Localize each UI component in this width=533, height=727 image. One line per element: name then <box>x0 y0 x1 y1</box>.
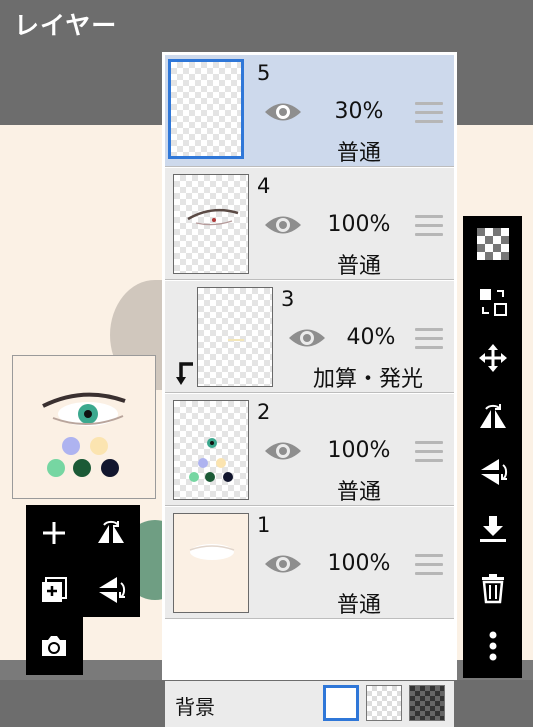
layer-blend-mode[interactable]: 普通 <box>319 587 399 619</box>
layer-thumbnail[interactable] <box>168 59 244 159</box>
layer-thumbnail[interactable] <box>173 513 249 613</box>
camera-icon[interactable] <box>34 626 74 666</box>
flip-horizontal-icon[interactable] <box>91 513 131 553</box>
drag-handle-icon[interactable] <box>415 102 443 126</box>
layer-blend-mode[interactable]: 普通 <box>319 135 399 167</box>
layer-row[interactable]: 4 100% 普通 <box>165 168 454 280</box>
layer-opacity[interactable]: 30% <box>319 99 399 124</box>
transparency-lock-icon[interactable] <box>473 224 513 264</box>
layer-panel: 5 30% 普通 4 100% 普通 3 40% 加算・発光 2 100% 普通… <box>162 52 457 727</box>
drag-handle-icon[interactable] <box>415 328 443 352</box>
more-icon[interactable] <box>473 626 513 666</box>
canvas-preview[interactable] <box>12 355 156 499</box>
layer-row[interactable]: 3 40% 加算・発光 <box>165 281 454 393</box>
layer-number: 5 <box>257 61 271 85</box>
layer-row[interactable]: 2 100% 普通 <box>165 394 454 506</box>
right-toolbar <box>463 216 522 678</box>
background-row: 背景 <box>165 681 454 727</box>
swap-layer-icon[interactable] <box>473 282 513 322</box>
eye-icon[interactable] <box>287 325 327 351</box>
layer-row[interactable]: 1 100% 普通 <box>165 507 454 619</box>
layer-opacity[interactable]: 100% <box>319 438 399 463</box>
clipping-arrow-icon <box>176 362 193 385</box>
background-white-swatch[interactable] <box>323 685 359 721</box>
background-dark-swatch[interactable] <box>409 685 445 721</box>
layer-blend-mode[interactable]: 加算・発光 <box>293 361 443 393</box>
flip-horizontal-icon[interactable] <box>473 396 513 436</box>
layer-blend-mode[interactable]: 普通 <box>319 474 399 506</box>
layer-number: 4 <box>257 174 271 198</box>
add-layer-copy-icon[interactable] <box>34 570 74 610</box>
drag-handle-icon[interactable] <box>415 441 443 465</box>
page-title: レイヤー <box>14 11 118 40</box>
trash-icon[interactable] <box>473 568 513 608</box>
flip-vertical-icon[interactable] <box>91 570 131 610</box>
flip-vertical-icon[interactable] <box>473 452 513 492</box>
layer-thumbnail[interactable] <box>173 174 249 274</box>
layer-number: 1 <box>257 513 271 537</box>
eye-icon[interactable] <box>263 212 303 238</box>
left-toolbar <box>26 505 140 617</box>
drag-handle-icon[interactable] <box>415 554 443 578</box>
layer-blend-mode[interactable]: 普通 <box>319 248 399 280</box>
eye-icon[interactable] <box>263 99 303 125</box>
add-layer-icon[interactable] <box>34 513 74 553</box>
preview-image <box>42 392 126 477</box>
drag-handle-icon[interactable] <box>415 215 443 239</box>
eye-icon[interactable] <box>263 438 303 464</box>
layer-opacity[interactable]: 100% <box>319 212 399 237</box>
background-transparent-swatch[interactable] <box>366 685 402 721</box>
layer-opacity[interactable]: 100% <box>319 551 399 576</box>
layer-thumbnail[interactable] <box>173 400 249 500</box>
layer-opacity[interactable]: 40% <box>331 325 411 350</box>
layer-row[interactable]: 5 30% 普通 <box>165 55 454 167</box>
layer-number: 2 <box>257 400 271 424</box>
layer-thumbnail[interactable] <box>197 287 273 387</box>
merge-down-icon[interactable] <box>473 510 513 550</box>
layer-number: 3 <box>281 287 295 311</box>
left-toolbar-camera <box>26 617 83 675</box>
eye-icon[interactable] <box>263 551 303 577</box>
background-label: 背景 <box>175 695 215 719</box>
move-icon[interactable] <box>473 338 513 378</box>
